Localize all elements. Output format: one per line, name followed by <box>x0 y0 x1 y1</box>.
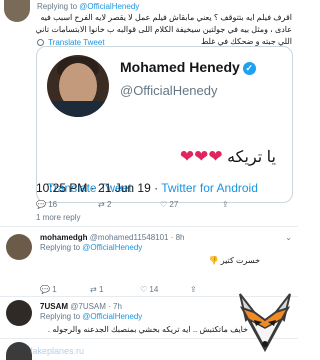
heart-icon: ♡ <box>160 200 168 209</box>
chevron-down-icon[interactable]: ⌄ <box>285 233 292 242</box>
tweet-source-link[interactable]: Twitter for Android <box>161 181 258 195</box>
reply-button[interactable]: 💬 1 <box>40 285 57 294</box>
replying-to: Replying to @OfficialHenedy <box>40 312 142 321</box>
author-name[interactable]: mohamedgh <box>40 233 88 242</box>
avatar-shirt <box>47 101 109 117</box>
avatar[interactable] <box>6 234 32 260</box>
replying-to: Replying to @OfficialHenedy <box>40 243 142 252</box>
like-count: 27 <box>169 200 179 209</box>
replying-prefix: Replying to <box>37 2 78 11</box>
reply-icon: 💬 <box>40 285 50 294</box>
fox-logo <box>239 293 291 352</box>
replying-to: Replying to @OfficialHenedy <box>37 2 139 11</box>
reply-button[interactable]: 💬 16 <box>36 200 57 209</box>
embed-author-name[interactable]: Mohamed Henedy ✓ <box>120 59 256 75</box>
avatar[interactable] <box>6 342 32 360</box>
share-button[interactable]: ⇪ <box>222 200 229 209</box>
avatar[interactable] <box>6 300 32 326</box>
like-button[interactable]: ♡ 27 <box>160 200 178 209</box>
verified-badge-icon: ✓ <box>242 62 256 75</box>
retweet-button[interactable]: ⇄ 2 <box>98 200 111 209</box>
retweet-count: 2 <box>106 200 112 209</box>
share-icon: ⇪ <box>190 285 197 294</box>
reply-icon: 💬 <box>36 200 46 209</box>
author-handle[interactable]: @mohamed11548101 · 8h <box>90 233 185 242</box>
globe-icon <box>37 39 44 46</box>
reply-count: 1 <box>52 285 57 294</box>
like-button[interactable]: ♡ 14 <box>140 285 158 294</box>
replying-handle-link[interactable]: @OfficialHenedy <box>82 243 142 252</box>
share-button[interactable]: ⇪ <box>190 285 197 294</box>
tweet-text: خايف ماتكتبش .. ايه تريكه بخشي بمنصبك ال… <box>47 325 248 334</box>
embed-text-arabic: يا تريكه <box>227 149 276 166</box>
hearts-emoji: ❤❤❤ <box>179 147 223 166</box>
replying-prefix: Replying to <box>40 243 81 252</box>
reply-count: 16 <box>48 200 58 209</box>
embed-author-handle[interactable]: @OfficialHenedy <box>120 83 218 98</box>
retweet-icon: ⇄ <box>90 285 97 294</box>
author-name[interactable]: 7USAM <box>40 302 68 311</box>
embed-tweet-text: يا تريكه ❤❤❤ <box>180 147 276 167</box>
retweet-count: 1 <box>98 285 104 294</box>
divider <box>0 226 298 227</box>
tweet-actions: 💬 16 ⇄ 2 ♡ 27 ⇪ <box>36 200 286 212</box>
tweet-header: mohamedgh @mohamed11548101 · 8h <box>40 233 185 242</box>
replying-handle-link[interactable]: @OfficialHenedy <box>82 312 142 321</box>
retweet-icon: ⇄ <box>98 200 105 209</box>
embed-avatar[interactable] <box>47 55 109 117</box>
tweet-header: 7USAM @7USAM · 7h <box>40 302 122 311</box>
replying-handle-link[interactable]: @OfficialHenedy <box>79 2 139 11</box>
share-icon: ⇪ <box>222 200 229 209</box>
replying-prefix: Replying to <box>40 312 81 321</box>
author-handle[interactable]: @7USAM · 7h <box>70 302 122 311</box>
watermark: fakeplanes.ru <box>30 346 85 356</box>
more-replies-link[interactable]: 1 more reply <box>36 213 80 222</box>
retweet-button[interactable]: ⇄ 1 <box>90 285 103 294</box>
heart-icon: ♡ <box>140 285 148 294</box>
tweet-meta: 10:25 PM · 21 Jun 19 · Twitter for Andro… <box>36 180 293 197</box>
tweet-timestamp[interactable]: 10:25 PM · 21 Jun 19 · <box>36 181 161 195</box>
tweet-text: خسرت كتير 👎 <box>208 256 260 265</box>
like-count: 14 <box>149 285 159 294</box>
embed-name-text: Mohamed Henedy <box>120 59 240 75</box>
